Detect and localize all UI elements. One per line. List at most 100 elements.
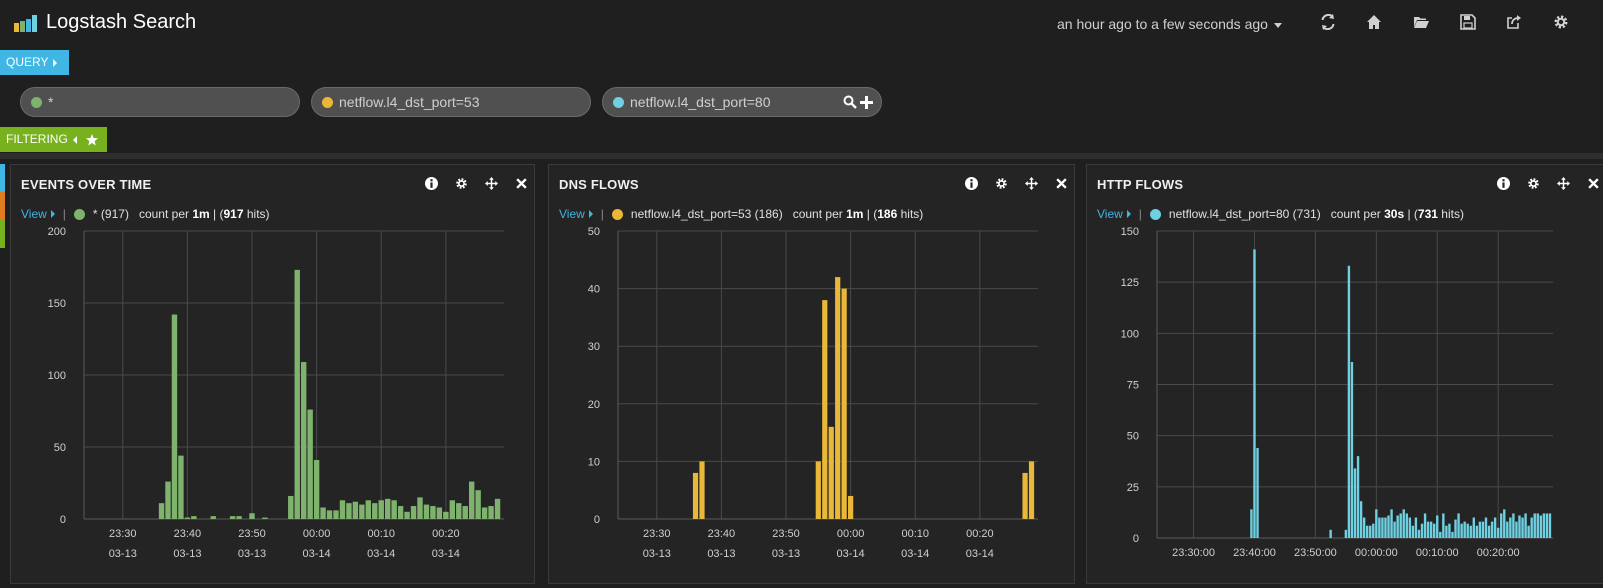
move-icon[interactable] <box>1021 175 1041 191</box>
info-icon[interactable] <box>1493 175 1513 191</box>
bar <box>1533 513 1536 538</box>
gear-icon[interactable] <box>991 175 1011 191</box>
gear-icon[interactable] <box>1553 14 1575 34</box>
bar <box>1503 509 1506 538</box>
query-text[interactable]: * <box>48 94 53 110</box>
series-label[interactable]: netflow.l4_dst_port=80 (731) <box>1169 207 1321 221</box>
bar <box>1378 517 1381 538</box>
events-over-time-chart: 0 50 100 150 200 23:30 03-13 23:40 03-13 23:50 03-… <box>48 226 504 560</box>
bar <box>1408 517 1412 538</box>
x-tick-label: 23:50 <box>772 528 800 540</box>
query-input-1[interactable]: * <box>20 87 300 117</box>
panel-controls <box>1493 175 1603 191</box>
close-icon[interactable] <box>511 175 531 191</box>
brand[interactable]: Logstash Search <box>14 11 196 34</box>
bar <box>171 314 178 519</box>
bar <box>494 498 501 519</box>
view-link[interactable]: View <box>559 207 585 221</box>
bar <box>835 277 841 519</box>
count-interval-text: count per 30s | (731 hits) <box>1330 207 1464 221</box>
share-icon[interactable] <box>1506 14 1528 34</box>
app-title: Logstash Search <box>46 11 197 33</box>
x-tick-label: 00:20 <box>966 528 994 540</box>
panel-title: DNS FLOWS <box>559 177 639 192</box>
query-color-dot[interactable] <box>613 96 624 108</box>
bar <box>822 300 828 519</box>
move-icon[interactable] <box>481 175 501 191</box>
bar <box>1536 513 1539 538</box>
query-input-2[interactable]: netflow.l4_dst_port=53 <box>311 87 591 117</box>
bar <box>1353 468 1357 538</box>
bar <box>1256 447 1259 538</box>
bar <box>1445 525 1448 538</box>
y-tick-label: 0 <box>60 514 66 526</box>
query-input-3[interactable]: netflow.l4_dst_port=80 <box>602 87 882 117</box>
legend-separator: | <box>600 207 604 221</box>
bar <box>1509 517 1512 538</box>
navbar: Logstash Search an hour ago to a few sec… <box>0 0 1603 48</box>
series-label[interactable]: netflow.l4_dst_port=53 (186) <box>631 207 783 221</box>
star-icon[interactable] <box>86 133 99 146</box>
bar <box>391 500 397 519</box>
query-row-toggle[interactable]: QUERY <box>0 50 69 75</box>
x-tick-label: 23:30:00 <box>1172 547 1215 559</box>
x-tick-label: 00:10 <box>367 528 395 540</box>
bar <box>1344 529 1348 538</box>
caret-right-icon <box>588 210 593 218</box>
bar <box>352 501 359 519</box>
bar <box>1420 523 1424 538</box>
bar <box>1426 521 1430 538</box>
bar <box>1405 513 1408 538</box>
bar <box>1487 525 1491 538</box>
count-interval-text: count per 1m | (186 hits) <box>792 207 924 221</box>
series-color-dot[interactable] <box>73 208 85 220</box>
refresh-icon[interactable] <box>1320 13 1342 34</box>
bar <box>384 498 391 519</box>
bar <box>1524 513 1527 538</box>
x-tick-label: 00:10:00 <box>1416 547 1459 559</box>
view-link[interactable]: View <box>1097 207 1123 221</box>
folder-open-icon[interactable] <box>1413 14 1435 34</box>
bar <box>184 517 191 519</box>
panel-legend: View | netflow.l4_dst_port=80 (731) coun… <box>1097 207 1464 221</box>
row-collapse-strip[interactable] <box>0 164 5 192</box>
http-flows-panel: HTTP FLOWS View | netflow.l4_dst_port=80… <box>1086 164 1603 584</box>
home-icon[interactable] <box>1366 14 1388 34</box>
bar <box>1414 517 1418 538</box>
row-collapse-strip[interactable] <box>0 220 5 248</box>
info-icon[interactable] <box>421 175 441 191</box>
bar <box>1463 521 1466 538</box>
bar <box>165 481 171 519</box>
series-color-dot[interactable] <box>611 208 623 220</box>
series-label[interactable]: * (917) <box>93 207 129 221</box>
row-collapse-strip[interactable] <box>0 192 5 220</box>
save-icon[interactable] <box>1460 14 1482 34</box>
series-color-dot[interactable] <box>1149 208 1161 220</box>
close-icon[interactable] <box>1583 175 1603 191</box>
move-icon[interactable] <box>1553 175 1573 191</box>
query-color-dot[interactable] <box>322 96 333 108</box>
gear-icon[interactable] <box>1523 175 1543 191</box>
close-icon[interactable] <box>1051 175 1071 191</box>
bar <box>475 490 481 519</box>
time-range-picker[interactable]: an hour ago to a few seconds ago <box>1057 16 1282 32</box>
y-tick-label: 40 <box>588 284 600 296</box>
filtering-row-toggle[interactable]: FILTERING <box>0 127 107 152</box>
view-link[interactable]: View <box>21 207 47 221</box>
add-query-icon[interactable] <box>860 95 873 109</box>
bar <box>1390 509 1393 538</box>
filtering-row-label: FILTERING <box>6 132 68 146</box>
query-text[interactable]: netflow.l4_dst_port=80 <box>630 94 771 110</box>
bar <box>699 461 705 519</box>
query-color-dot[interactable] <box>31 96 42 108</box>
x-tick-date-label: 03-13 <box>173 548 201 560</box>
search-icon[interactable] <box>843 95 857 109</box>
gear-icon[interactable] <box>451 175 471 191</box>
bar <box>326 510 333 519</box>
query-text[interactable]: netflow.l4_dst_port=53 <box>339 94 480 110</box>
x-tick-label: 23:40 <box>708 528 736 540</box>
bar <box>1387 515 1390 538</box>
info-icon[interactable] <box>961 175 981 191</box>
bar <box>430 506 436 519</box>
x-tick-label: 00:20:00 <box>1477 547 1520 559</box>
